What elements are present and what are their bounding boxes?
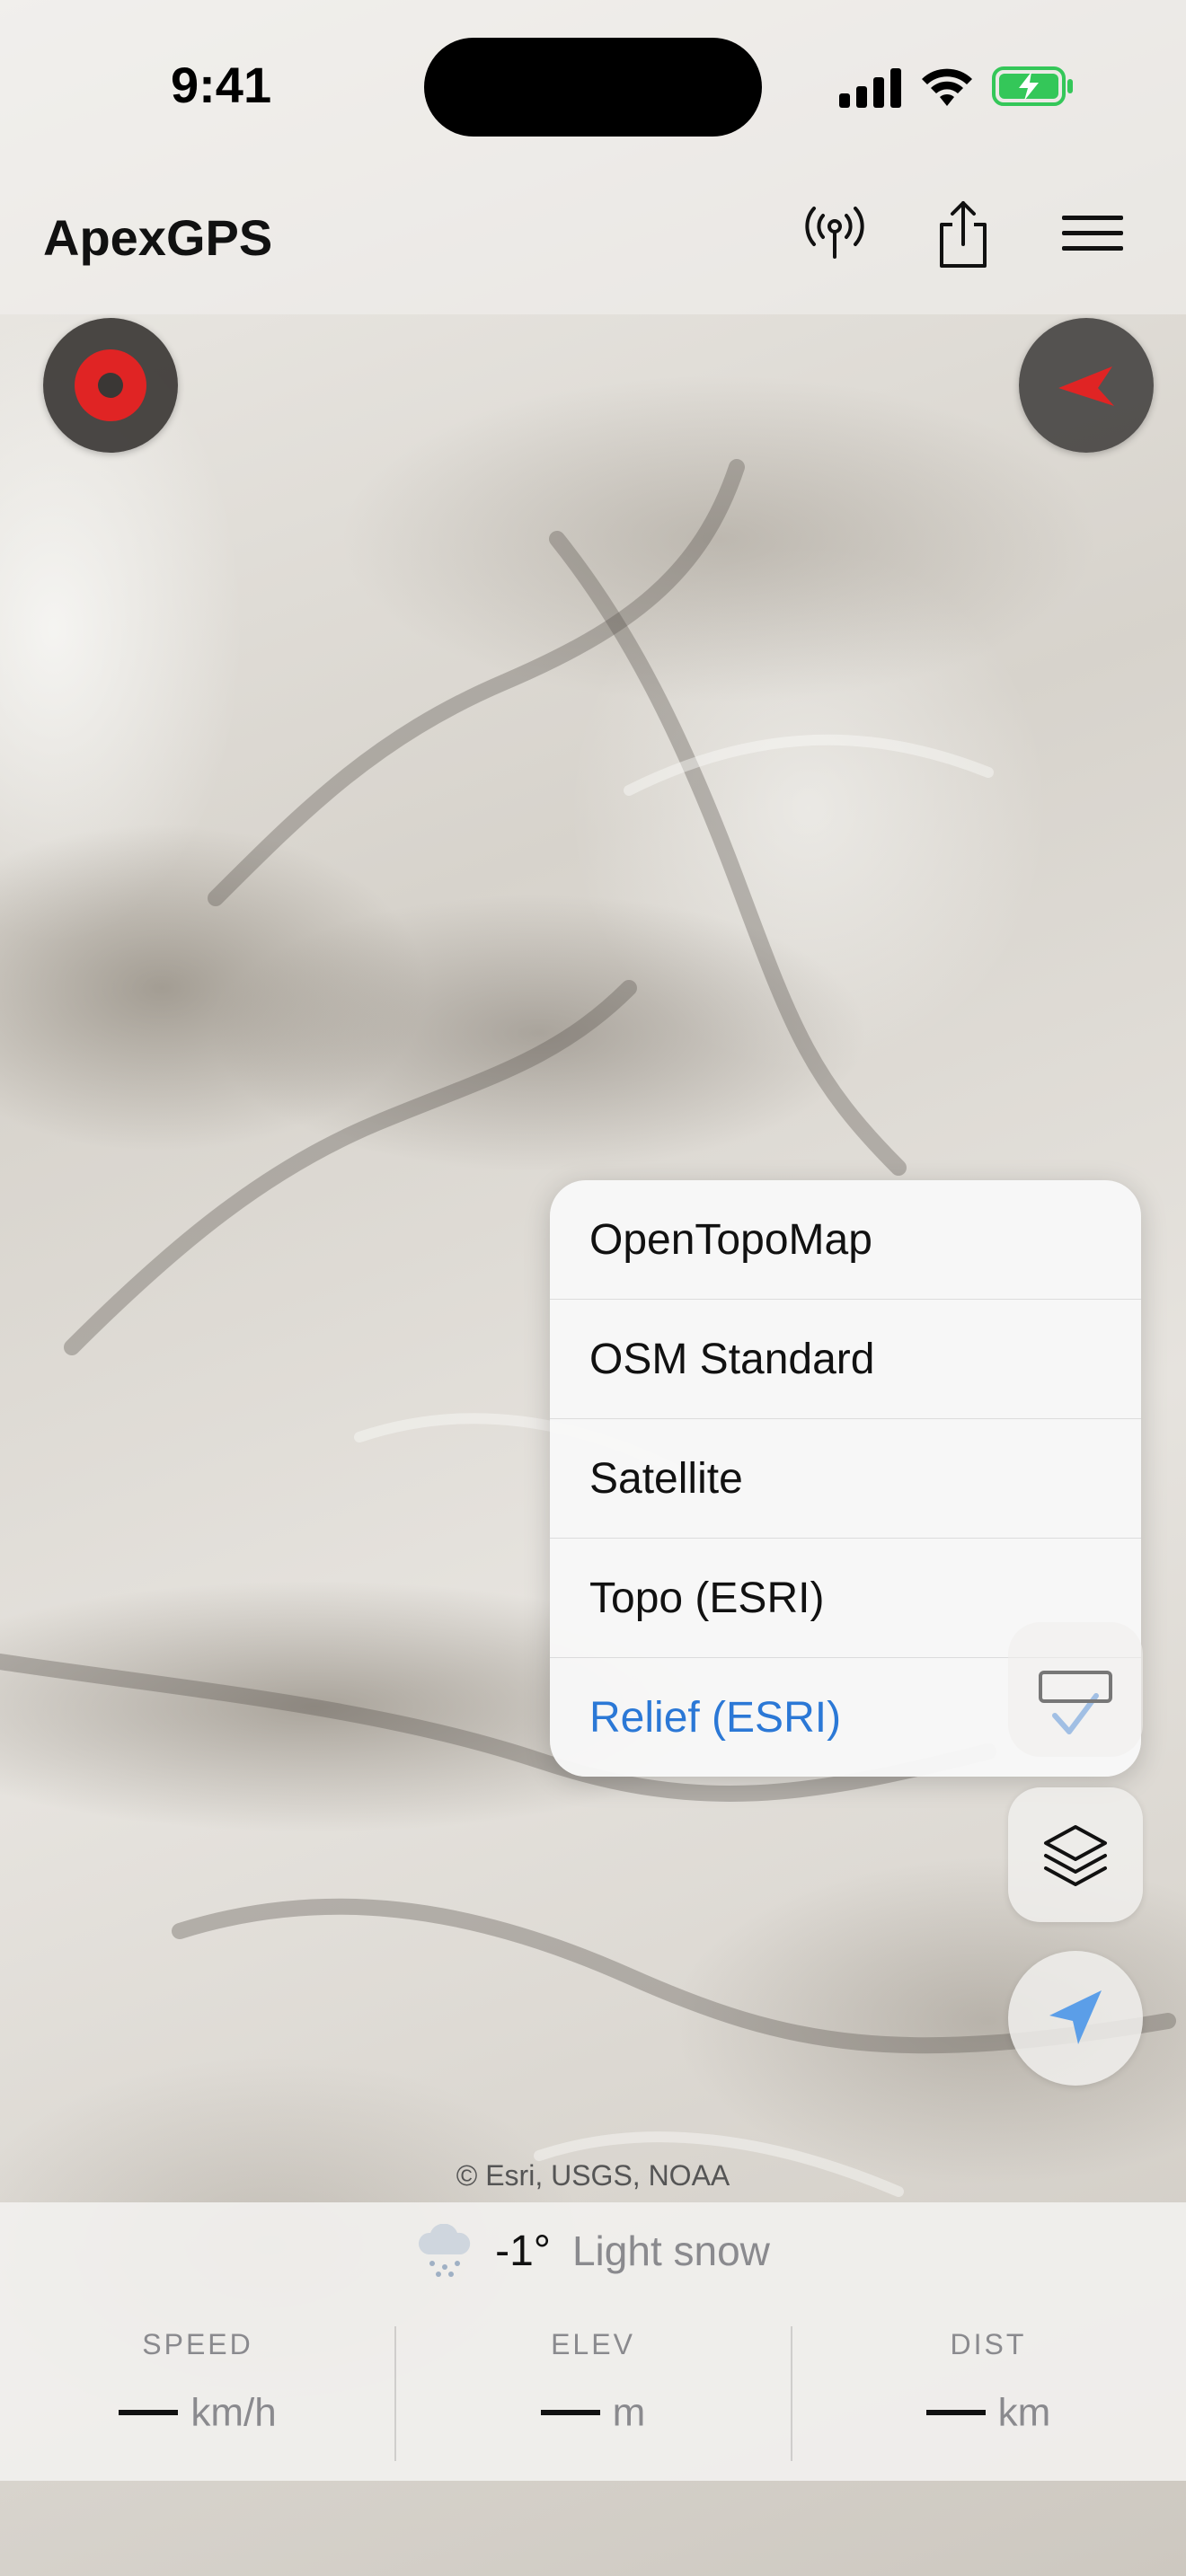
weather-temperature: -1° bbox=[495, 2227, 551, 2275]
speed-value: km/h bbox=[0, 2388, 395, 2435]
record-icon bbox=[75, 349, 146, 421]
layer-option-label: Topo (ESRI) bbox=[589, 1574, 825, 1622]
elevation-label: ELEV bbox=[551, 2328, 635, 2360]
speed-unit: km/h bbox=[190, 2390, 277, 2435]
layer-option-label: OSM Standard bbox=[589, 1335, 875, 1383]
elevation-stat: ELEV m bbox=[395, 2321, 791, 2465]
hamburger-menu-icon[interactable] bbox=[1062, 216, 1123, 251]
cellular-signal-icon bbox=[839, 68, 901, 108]
share-icon[interactable] bbox=[934, 199, 992, 269]
compass-button[interactable] bbox=[1019, 318, 1154, 453]
layer-option-label: OpenTopoMap bbox=[589, 1215, 872, 1264]
measure-button[interactable] bbox=[1008, 1622, 1143, 1757]
distance-label: DIST bbox=[950, 2328, 1027, 2360]
location-arrow-icon bbox=[1049, 1990, 1102, 2044]
weather-row: -1° Light snow bbox=[0, 2219, 1186, 2283]
weather-description: Light snow bbox=[571, 2228, 770, 2274]
layers-icon bbox=[1044, 1825, 1107, 1886]
record-track-button[interactable] bbox=[43, 318, 178, 453]
wifi-icon bbox=[922, 68, 972, 106]
empty-value-dash bbox=[540, 2410, 600, 2416]
compass-arrow-icon bbox=[1058, 366, 1114, 406]
layer-option-label: Satellite bbox=[589, 1454, 743, 1503]
ruler-icon bbox=[1039, 1671, 1112, 1703]
map-attribution: © Esri, USGS, NOAA bbox=[456, 2159, 730, 2192]
distance-stat: DIST km bbox=[791, 2321, 1186, 2465]
speed-stat: SPEED km/h bbox=[0, 2321, 395, 2465]
distance-unit: km bbox=[997, 2390, 1051, 2435]
my-location-button[interactable] bbox=[1008, 1951, 1143, 2086]
elevation-unit: m bbox=[612, 2390, 646, 2435]
empty-value-dash bbox=[925, 2410, 986, 2416]
status-time: 9:41 bbox=[171, 57, 272, 113]
status-bar: 9:41 bbox=[0, 0, 1186, 171]
dynamic-island bbox=[424, 38, 762, 137]
map-layers-button[interactable] bbox=[1008, 1787, 1143, 1922]
empty-value-dash bbox=[119, 2410, 179, 2416]
snow-cloud-icon bbox=[419, 2224, 471, 2277]
layer-option-osm-standard[interactable]: OSM Standard bbox=[550, 1300, 1141, 1419]
layer-option-satellite[interactable]: Satellite bbox=[550, 1419, 1141, 1539]
battery-charging-icon bbox=[992, 66, 1073, 106]
speed-label: SPEED bbox=[142, 2328, 253, 2360]
distance-value: km bbox=[791, 2388, 1186, 2435]
layer-option-label: Relief (ESRI) bbox=[589, 1693, 842, 1742]
elevation-value: m bbox=[395, 2388, 791, 2435]
app-title: ApexGPS bbox=[43, 209, 273, 266]
layer-option-opentopomap[interactable]: OpenTopoMap bbox=[550, 1180, 1141, 1300]
antenna-icon[interactable] bbox=[801, 203, 868, 260]
